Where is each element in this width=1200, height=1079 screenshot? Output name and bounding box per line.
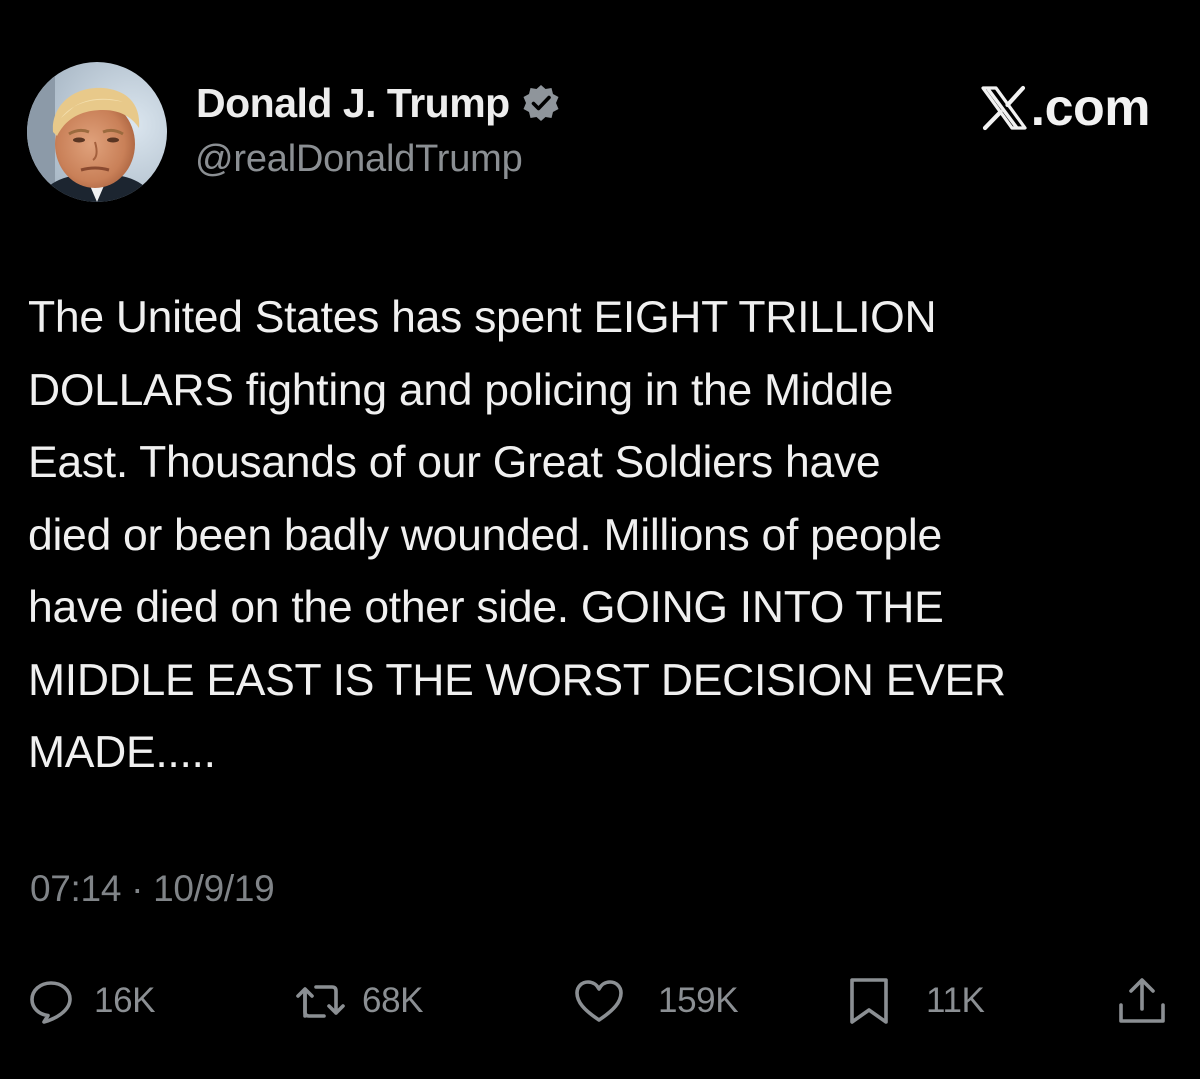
heart-icon bbox=[574, 978, 624, 1024]
brand-logo: .com bbox=[979, 79, 1151, 137]
author-name[interactable]: Donald J. Trump bbox=[196, 80, 510, 127]
like-count: 159K bbox=[658, 981, 739, 1020]
tweet-timestamp[interactable]: 07:14 · 10/9/19 bbox=[30, 868, 275, 910]
bookmark-button[interactable]: 11K bbox=[846, 966, 985, 1036]
bookmark-icon bbox=[846, 976, 892, 1026]
tweet-text: The United States has spent EIGHT TRILLI… bbox=[28, 293, 1006, 777]
x-logo-icon bbox=[979, 83, 1029, 133]
like-button[interactable]: 159K bbox=[574, 966, 739, 1036]
author-name-row: Donald J. Trump bbox=[196, 78, 561, 128]
share-button[interactable] bbox=[1116, 966, 1168, 1036]
share-icon bbox=[1116, 975, 1168, 1027]
retweet-icon bbox=[292, 978, 348, 1024]
bookmark-count: 11K bbox=[926, 981, 985, 1020]
action-bar: 16K 68K 159K 11K bbox=[0, 966, 1200, 1036]
avatar-image bbox=[27, 62, 167, 202]
brand-text: .com bbox=[1030, 79, 1151, 137]
reply-count: 16K bbox=[94, 981, 156, 1020]
retweet-button[interactable]: 68K bbox=[292, 966, 423, 1036]
author-avatar[interactable] bbox=[27, 62, 167, 202]
retweet-count: 68K bbox=[362, 981, 424, 1020]
tweet-card: Donald J. Trump @realDonaldTrump .com Th… bbox=[0, 0, 1200, 1079]
author-handle[interactable]: @realDonaldTrump bbox=[195, 138, 523, 181]
reply-button[interactable]: 16K bbox=[28, 966, 155, 1036]
reply-icon bbox=[28, 978, 74, 1024]
verified-badge-icon bbox=[521, 83, 561, 123]
